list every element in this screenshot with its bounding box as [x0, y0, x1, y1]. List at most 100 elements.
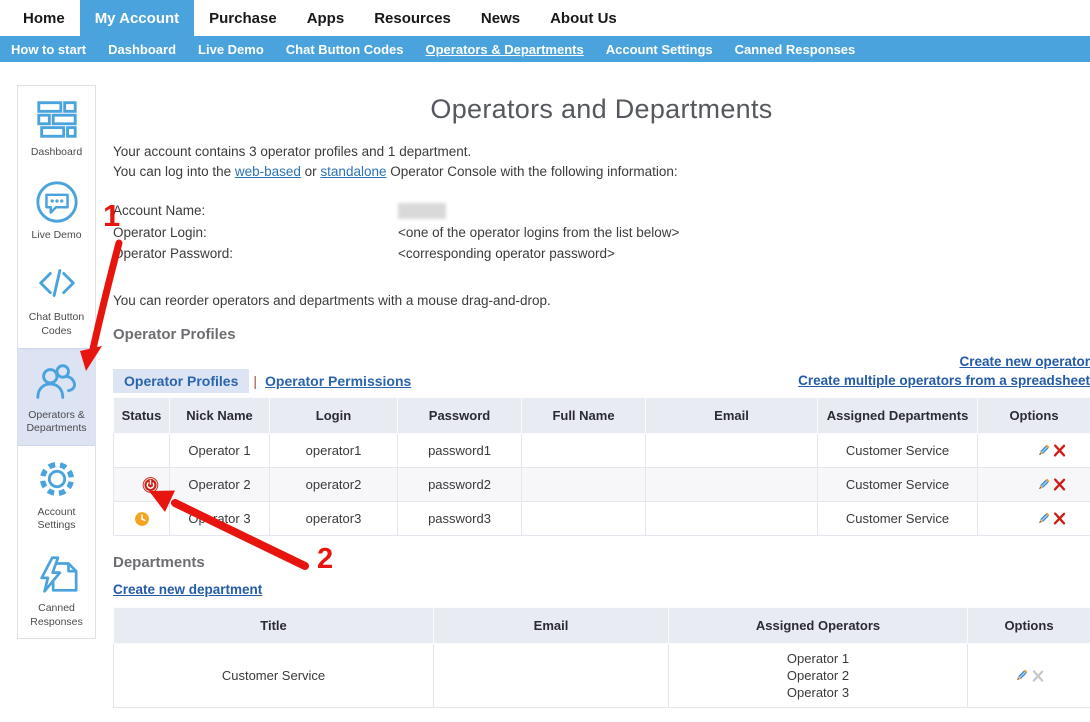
assigned-operator: Operator 1 [669, 650, 967, 667]
edit-pencil-icon[interactable] [1034, 476, 1051, 493]
power-off-icon[interactable] [142, 476, 159, 493]
sidebar-label: Operators & Departments [21, 409, 92, 436]
col-login: Login [270, 398, 398, 434]
delete-x-icon[interactable] [1051, 476, 1068, 493]
sidebar: Dashboard Live Demo Chat Button Codes [17, 85, 96, 639]
col-options: Options [978, 398, 1090, 434]
nav-item-apps[interactable]: Apps [292, 0, 360, 36]
nav-item-my-account[interactable]: My Account [80, 0, 194, 36]
assigned-departments-cell: Customer Service [818, 434, 978, 468]
web-based-link[interactable]: web-based [235, 164, 301, 179]
account-name-label: Account Name: [113, 203, 398, 218]
col-email: Email [434, 608, 669, 644]
login-cell: operator3 [270, 502, 398, 536]
create-new-operator-link[interactable]: Create new operator [959, 354, 1090, 369]
empty-slot [1000, 442, 1017, 459]
subnav-how-to-start[interactable]: How to start [0, 42, 97, 57]
sidebar-item-dashboard[interactable]: Dashboard [18, 86, 95, 169]
live-demo-icon [34, 179, 80, 225]
intro-line-1: Your account contains 3 operator profile… [113, 142, 678, 162]
intro-line-2-post: Operator Console with the following info… [386, 164, 677, 179]
subnav-canned-responses[interactable]: Canned Responses [724, 42, 867, 57]
department-assigned-operators-cell: Operator 1 Operator 2 Operator 3 [669, 644, 968, 708]
account-info: Account Name: Operator Login: <one of th… [113, 200, 679, 265]
operator-login-value: <one of the operator logins from the lis… [398, 225, 679, 240]
main-nav: Home My Account Purchase Apps Resources … [0, 0, 1090, 36]
assigned-departments-cell: Customer Service [818, 468, 978, 502]
departments-table-header-row: Title Email Assigned Operators Options [114, 608, 1090, 644]
email-cell [646, 434, 818, 468]
operator-password-value: <corresponding operator password> [398, 246, 615, 261]
edit-pencil-icon[interactable] [1034, 442, 1051, 459]
operator-profiles-heading: Operator Profiles [113, 326, 236, 343]
department-email-cell [434, 644, 669, 708]
edit-pencil-icon[interactable] [1012, 667, 1029, 684]
nav-item-home[interactable]: Home [8, 0, 80, 36]
login-cell: operator2 [270, 468, 398, 502]
delete-x-icon[interactable] [1051, 510, 1068, 527]
departments-heading: Departments [113, 554, 205, 571]
sidebar-label: Chat Button Codes [21, 311, 92, 338]
full-name-cell [522, 434, 646, 468]
operator-profiles-table: Status Nick Name Login Password Full Nam… [113, 397, 1090, 536]
create-new-department-link[interactable]: Create new department [113, 582, 262, 597]
tab-operator-permissions[interactable]: Operator Permissions [265, 373, 411, 389]
sidebar-label: Dashboard [21, 146, 92, 160]
delete-x-icon[interactable] [1051, 442, 1068, 459]
gear-icon [34, 456, 80, 502]
departments-table: Title Email Assigned Operators Options C… [113, 607, 1090, 708]
col-email: Email [646, 398, 818, 434]
subnav-operators-departments[interactable]: Operators & Departments [415, 42, 595, 57]
subnav-chat-button-codes[interactable]: Chat Button Codes [275, 42, 415, 57]
operators-icon [34, 359, 80, 405]
tab-operator-profiles[interactable]: Operator Profiles [113, 369, 249, 393]
nav-item-purchase[interactable]: Purchase [194, 0, 292, 36]
sidebar-item-operators-departments[interactable]: Operators & Departments [18, 348, 95, 446]
operator-row-1: Operator 1 operator1 password1 Customer … [114, 434, 1090, 468]
nav-item-news[interactable]: News [466, 0, 535, 36]
nav-item-resources[interactable]: Resources [359, 0, 466, 36]
department-row-1: Customer Service Operator 1 Operator 2 O… [114, 644, 1090, 708]
edit-pencil-icon[interactable] [1034, 510, 1051, 527]
page-title: Operators and Departments [113, 94, 1090, 125]
department-title-cell: Customer Service [114, 644, 434, 708]
operator-table-header-row: Status Nick Name Login Password Full Nam… [114, 398, 1090, 434]
operator-login-row: Operator Login: <one of the operator log… [113, 222, 679, 244]
delete-x-disabled-icon [1029, 667, 1046, 684]
sidebar-label: Account Settings [21, 506, 92, 533]
operator-password-row: Operator Password: <corresponding operat… [113, 243, 679, 265]
move-up-icon[interactable] [1000, 476, 1017, 493]
sidebar-label: Live Demo [21, 229, 92, 243]
reorder-note: You can reorder operators and department… [113, 293, 551, 308]
canned-responses-icon [34, 552, 80, 598]
sidebar-item-live-demo[interactable]: Live Demo [18, 169, 95, 252]
password-cell: password3 [398, 502, 522, 536]
nav-item-about-us[interactable]: About Us [535, 0, 632, 36]
assigned-departments-cell: Customer Service [818, 502, 978, 536]
col-assigned-operators: Assigned Operators [669, 608, 968, 644]
sidebar-item-canned-responses[interactable]: Canned Responses [18, 542, 95, 638]
login-cell: operator1 [270, 434, 398, 468]
email-cell [646, 468, 818, 502]
intro-line-2: You can log into the web-based or standa… [113, 162, 678, 182]
move-up-icon[interactable] [1000, 510, 1017, 527]
operator-row-3: Operator 3 operator3 password3 Customer … [114, 502, 1090, 536]
move-down-icon[interactable] [1017, 476, 1034, 493]
full-name-cell [522, 502, 646, 536]
assigned-operator: Operator 3 [669, 684, 967, 701]
subnav-live-demo[interactable]: Live Demo [187, 42, 275, 57]
col-password: Password [398, 398, 522, 434]
create-operator-links: Create new operator Create multiple oper… [490, 353, 1090, 390]
account-name-redacted-value [398, 203, 446, 219]
move-down-icon[interactable] [1017, 442, 1034, 459]
standalone-link[interactable]: standalone [320, 164, 386, 179]
empty-slot [1017, 510, 1034, 527]
sidebar-item-chat-button-codes[interactable]: Chat Button Codes [18, 251, 95, 347]
sidebar-item-account-settings[interactable]: Account Settings [18, 446, 95, 542]
subnav-dashboard[interactable]: Dashboard [97, 42, 187, 57]
code-icon [34, 261, 80, 307]
full-name-cell [522, 468, 646, 502]
create-multiple-operators-link[interactable]: Create multiple operators from a spreads… [798, 373, 1090, 388]
subnav-account-settings[interactable]: Account Settings [595, 42, 724, 57]
page: Home My Account Purchase Apps Resources … [0, 0, 1090, 722]
